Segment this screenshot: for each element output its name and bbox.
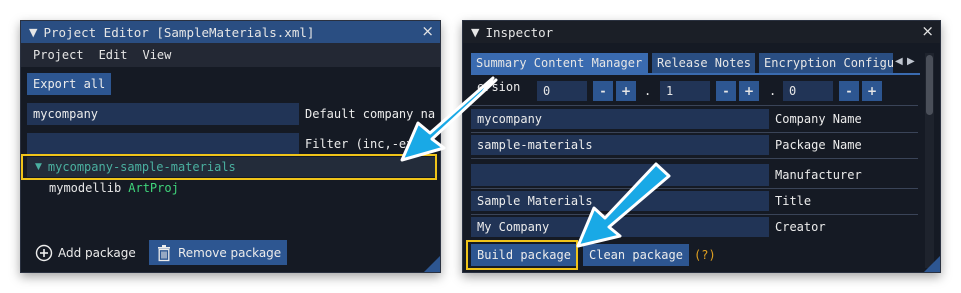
resize-grip[interactable] — [924, 256, 940, 272]
divider — [471, 188, 918, 189]
build-highlight-box — [466, 240, 578, 270]
add-package-label: Add package — [58, 246, 136, 260]
menu-edit[interactable]: Edit — [99, 48, 128, 62]
manufacturer-label: Manufacturer — [775, 168, 862, 182]
tree-child-type: ArtProj — [128, 181, 179, 195]
menu-bar: Project Edit View — [21, 43, 440, 67]
version-minor-plus-button[interactable]: + — [739, 81, 759, 101]
version-patch-plus-button[interactable]: + — [862, 81, 882, 101]
inspector-title: Inspector — [485, 24, 554, 40]
close-icon[interactable]: × — [421, 22, 434, 40]
add-package-button[interactable]: Add package — [29, 241, 142, 265]
project-editor-title: Project Editor [SampleMaterials.xml] — [43, 24, 315, 40]
version-major-plus-button[interactable]: + — [616, 81, 636, 101]
resize-grip[interactable] — [424, 256, 440, 272]
default-company-input[interactable]: mycompany — [27, 103, 299, 125]
company-name-label: Company Name — [775, 112, 862, 126]
version-minor-minus-button[interactable]: - — [716, 81, 736, 101]
package-name-label: Package Name — [775, 138, 862, 152]
remove-package-button[interactable]: Remove package — [149, 240, 288, 265]
version-patch-minus-button[interactable]: - — [839, 81, 859, 101]
version-label: ersion — [477, 80, 521, 94]
divider — [471, 158, 918, 159]
tab-scroll-right-icon[interactable]: ▶ — [907, 56, 915, 67]
collapse-triangle-icon[interactable]: ▼ — [29, 26, 37, 39]
scrollbar-thumb[interactable] — [926, 55, 933, 115]
export-all-button[interactable]: Export all — [27, 73, 112, 95]
tab-scroll-left-icon[interactable]: ◀ — [895, 56, 903, 67]
help-marker[interactable]: (?) — [694, 248, 716, 262]
project-editor-titlebar[interactable]: ▼ Project Editor [SampleMaterials.xml] × — [21, 21, 440, 43]
tab-summary-content-manager[interactable]: Summary Content Manager — [471, 53, 648, 73]
trash-icon — [158, 244, 170, 261]
creator-label: Creator — [775, 220, 826, 234]
remove-package-label: Remove package — [178, 245, 282, 260]
default-company-label: Default company name — [305, 107, 435, 121]
clean-package-button[interactable]: Clean package — [583, 244, 689, 266]
company-name-input[interactable]: mycompany — [471, 109, 769, 129]
version-dot: . — [769, 84, 777, 98]
inspector-titlebar[interactable]: ▼ Inspector × — [463, 21, 940, 43]
project-editor-window: ▼ Project Editor [SampleMaterials.xml] ×… — [20, 20, 441, 273]
divider — [471, 105, 918, 106]
package-name-input[interactable]: sample-materials — [471, 135, 769, 155]
title-input[interactable]: Sample Materials — [471, 191, 769, 211]
title-label: Title — [775, 194, 812, 208]
tree-child-name: mymodellib — [49, 181, 122, 195]
version-patch-input[interactable]: 0 — [783, 81, 833, 101]
version-major-input[interactable]: 0 — [537, 81, 587, 101]
package-highlight-box — [21, 154, 437, 180]
tree-child-row[interactable]: mymodellib ArtProj — [49, 179, 179, 197]
collapse-triangle-icon[interactable]: ▼ — [471, 26, 479, 39]
inspector-scrollbar[interactable] — [925, 53, 934, 268]
creator-input[interactable]: My Company — [471, 217, 769, 237]
add-circle-icon — [35, 244, 53, 262]
filter-label: Filter (inc,-exc) — [305, 137, 428, 151]
tab-release-notes[interactable]: Release Notes — [652, 53, 755, 73]
manufacturer-input[interactable] — [471, 164, 769, 186]
inspector-window: ▼ Inspector × Summary Content Manager Re… — [462, 20, 941, 273]
tab-encryption-config[interactable]: Encryption Configu — [759, 53, 893, 73]
version-minor-input[interactable]: 1 — [660, 81, 710, 101]
version-dot: . — [644, 84, 652, 98]
divider — [471, 132, 918, 133]
tab-underline — [471, 73, 920, 75]
close-icon[interactable]: × — [921, 22, 934, 40]
menu-project[interactable]: Project — [33, 48, 84, 62]
divider — [471, 214, 918, 215]
menu-view[interactable]: View — [142, 48, 171, 62]
version-major-minus-button[interactable]: - — [593, 81, 613, 101]
filter-input[interactable] — [27, 133, 299, 155]
